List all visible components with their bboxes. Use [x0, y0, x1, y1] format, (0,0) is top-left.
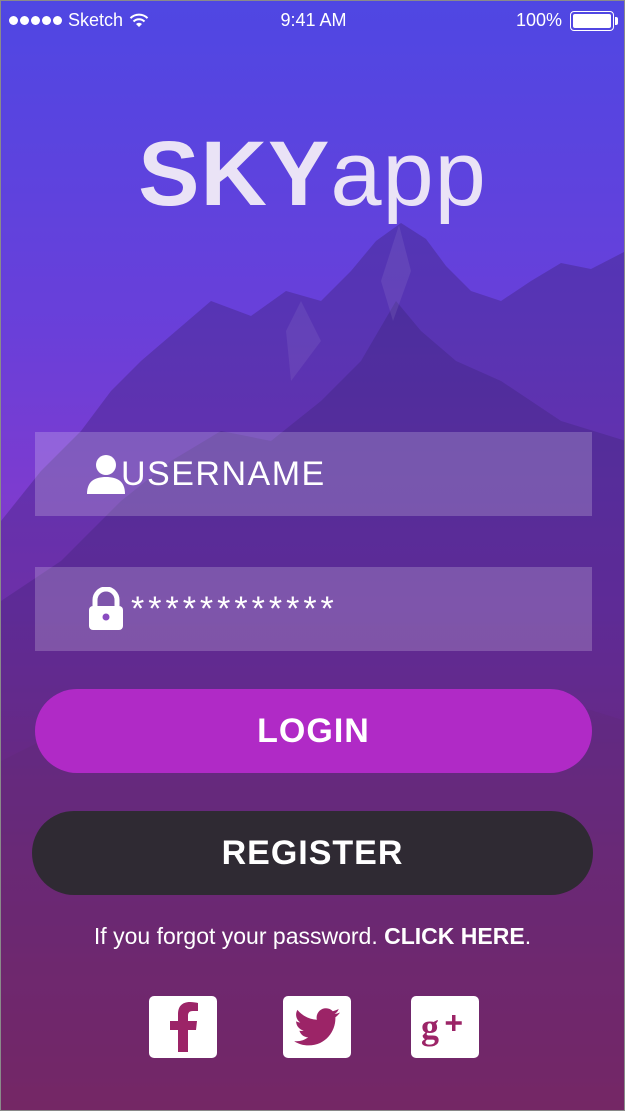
app-logo-bold: SKY	[138, 123, 331, 225]
app-logo: SKYapp	[1, 119, 624, 229]
battery-level-fill	[573, 13, 611, 28]
lock-icon	[85, 567, 127, 651]
forgot-password-text: If you forgot your password. CLICK HERE.	[1, 923, 624, 950]
password-input[interactable]	[131, 567, 572, 651]
battery-icon	[570, 10, 618, 31]
forgot-password-period: .	[524, 923, 532, 949]
username-field[interactable]	[35, 432, 592, 516]
facebook-login-button[interactable]	[149, 996, 217, 1058]
forgot-password-link[interactable]: CLICK HERE	[384, 923, 525, 949]
username-input[interactable]	[121, 432, 572, 516]
forgot-password-label: If you forgot your password.	[93, 923, 385, 949]
twitter-login-button[interactable]	[283, 996, 351, 1058]
google-plus-icon: g	[421, 1007, 462, 1047]
google-plus-login-button[interactable]: g	[411, 996, 479, 1058]
app-logo-light: app	[330, 123, 487, 225]
status-bar: Sketch 9:41 AM 100%	[1, 1, 624, 39]
login-button[interactable]: LOGIN	[35, 689, 592, 773]
register-button[interactable]: REGISTER	[32, 811, 593, 895]
status-bar-right: 100%	[515, 10, 618, 31]
twitter-icon	[294, 1008, 340, 1046]
battery-percentage: 100%	[515, 10, 562, 30]
svg-text:g: g	[421, 1007, 439, 1047]
facebook-icon	[170, 1002, 198, 1052]
login-screen: Sketch 9:41 AM 100% SKYapp USERNAME ****…	[0, 0, 625, 1111]
password-field[interactable]	[35, 567, 592, 651]
